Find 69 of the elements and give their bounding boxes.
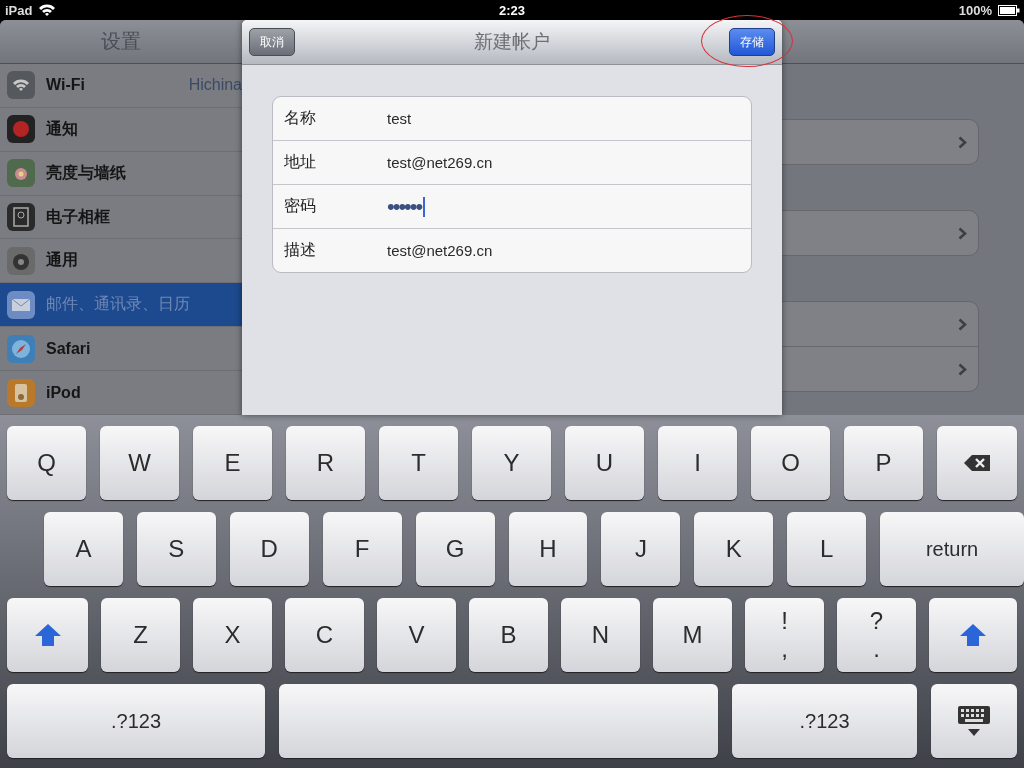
cancel-button[interactable]: 取消 (249, 28, 295, 56)
key[interactable]: W (100, 426, 179, 500)
shift-key[interactable] (7, 598, 88, 672)
clock-time: 2:23 (499, 2, 525, 18)
flower-icon (7, 159, 35, 188)
shift-arrow-icon (959, 623, 987, 647)
key[interactable]: R (286, 426, 365, 500)
key[interactable]: G (415, 512, 495, 586)
key[interactable]: K (694, 512, 774, 586)
key[interactable]: X (193, 598, 272, 672)
hide-keyboard-key[interactable] (931, 684, 1017, 758)
sidebar-item[interactable]: 通知 (0, 107, 242, 152)
backspace-key[interactable] (937, 426, 1017, 500)
key[interactable]: H (508, 512, 588, 586)
sidebar-item[interactable]: Wi-Fi Hichina (0, 63, 242, 108)
battery-icon (998, 4, 1020, 16)
envelope-icon (7, 290, 35, 319)
key[interactable]: S (136, 512, 216, 586)
save-button[interactable]: 存储 (729, 28, 775, 56)
key[interactable]: V (377, 598, 456, 672)
key[interactable]: I (658, 426, 737, 500)
key[interactable]: ? . (837, 598, 916, 672)
key[interactable]: F (322, 512, 402, 586)
key[interactable]: J (601, 512, 681, 586)
numbers-key[interactable]: .?123 (732, 684, 917, 758)
field-label: 名称 (284, 108, 317, 128)
key[interactable]: ! , (745, 598, 824, 672)
key[interactable]: U (565, 426, 644, 500)
compass-icon (7, 334, 35, 363)
key[interactable]: Y (472, 426, 551, 500)
key[interactable]: Q (7, 426, 86, 500)
shift-key[interactable] (929, 598, 1017, 672)
record-icon (7, 115, 35, 144)
field-label: 密码 (284, 196, 317, 216)
key[interactable]: A (44, 512, 123, 586)
sidebar-item[interactable]: 电子相框 (0, 195, 242, 240)
key[interactable]: N (561, 598, 640, 672)
key[interactable]: P (844, 426, 923, 500)
keyboard-icon (957, 705, 991, 737)
key[interactable]: D (229, 512, 309, 586)
password-field[interactable]: •••••• (387, 193, 426, 220)
shift-arrow-icon (33, 623, 62, 647)
key[interactable]: B (469, 598, 548, 672)
key[interactable]: T (379, 426, 458, 500)
dialog-title: 新建帐户 (474, 30, 550, 54)
picture-frame-icon (7, 203, 35, 231)
battery-percent: 100% (958, 2, 992, 18)
key[interactable]: E (193, 426, 272, 500)
text-field[interactable]: test@net269.cn (387, 242, 493, 259)
key[interactable]: M (653, 598, 732, 672)
gear-icon (7, 246, 35, 275)
backspace-icon (963, 454, 991, 472)
sidebar-item[interactable]: 亮度与墙纸 (0, 151, 242, 196)
key[interactable]: C (285, 598, 364, 672)
key[interactable]: L (787, 512, 867, 586)
field-label: 地址 (284, 152, 317, 172)
sidebar-title: 设置 (0, 20, 242, 64)
return-key[interactable]: return (880, 512, 1024, 586)
numbers-key[interactable]: .?123 (7, 684, 265, 758)
text-field[interactable]: test@net269.cn (387, 154, 493, 171)
wifi-icon (7, 71, 35, 100)
field-label: 描述 (284, 240, 317, 260)
text-field[interactable]: test (387, 110, 412, 127)
music-player-icon (7, 378, 35, 407)
device-name: iPad (5, 2, 33, 18)
wifi-icon (38, 3, 57, 17)
key[interactable]: Z (101, 598, 180, 672)
sidebar-item[interactable]: Safari (0, 327, 242, 372)
key[interactable]: O (751, 426, 830, 500)
